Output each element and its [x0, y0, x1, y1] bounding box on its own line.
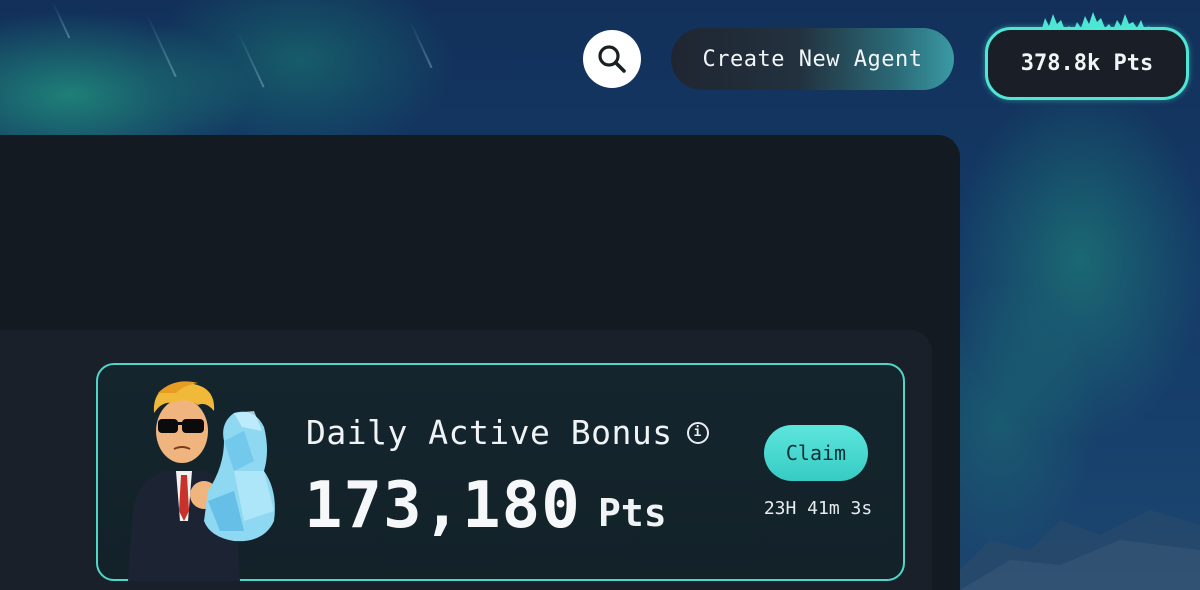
bonus-unit: Pts — [598, 491, 667, 535]
bonus-title: Daily Active Bonus i — [306, 413, 709, 452]
points-balance[interactable]: 378.8k Pts — [985, 10, 1189, 100]
daily-bonus-card: Daily Active Bonus i 173,180 Pts Claim 2… — [96, 363, 905, 581]
search-button[interactable] — [583, 30, 641, 88]
info-icon[interactable]: i — [686, 421, 709, 444]
claim-button[interactable]: Claim — [764, 425, 868, 481]
points-badge: 378.8k Pts — [985, 27, 1189, 100]
mascot-flexing-icon — [128, 381, 275, 581]
search-icon — [598, 45, 626, 73]
top-bar: Create New Agent 378.8k Pts — [0, 0, 1200, 130]
bonus-amount: 173,180 — [304, 469, 581, 543]
bonus-title-text: Daily Active Bonus — [306, 413, 673, 452]
create-new-agent-button[interactable]: Create New Agent — [671, 28, 954, 90]
claim-countdown: 23H 41m 3s — [763, 498, 873, 519]
